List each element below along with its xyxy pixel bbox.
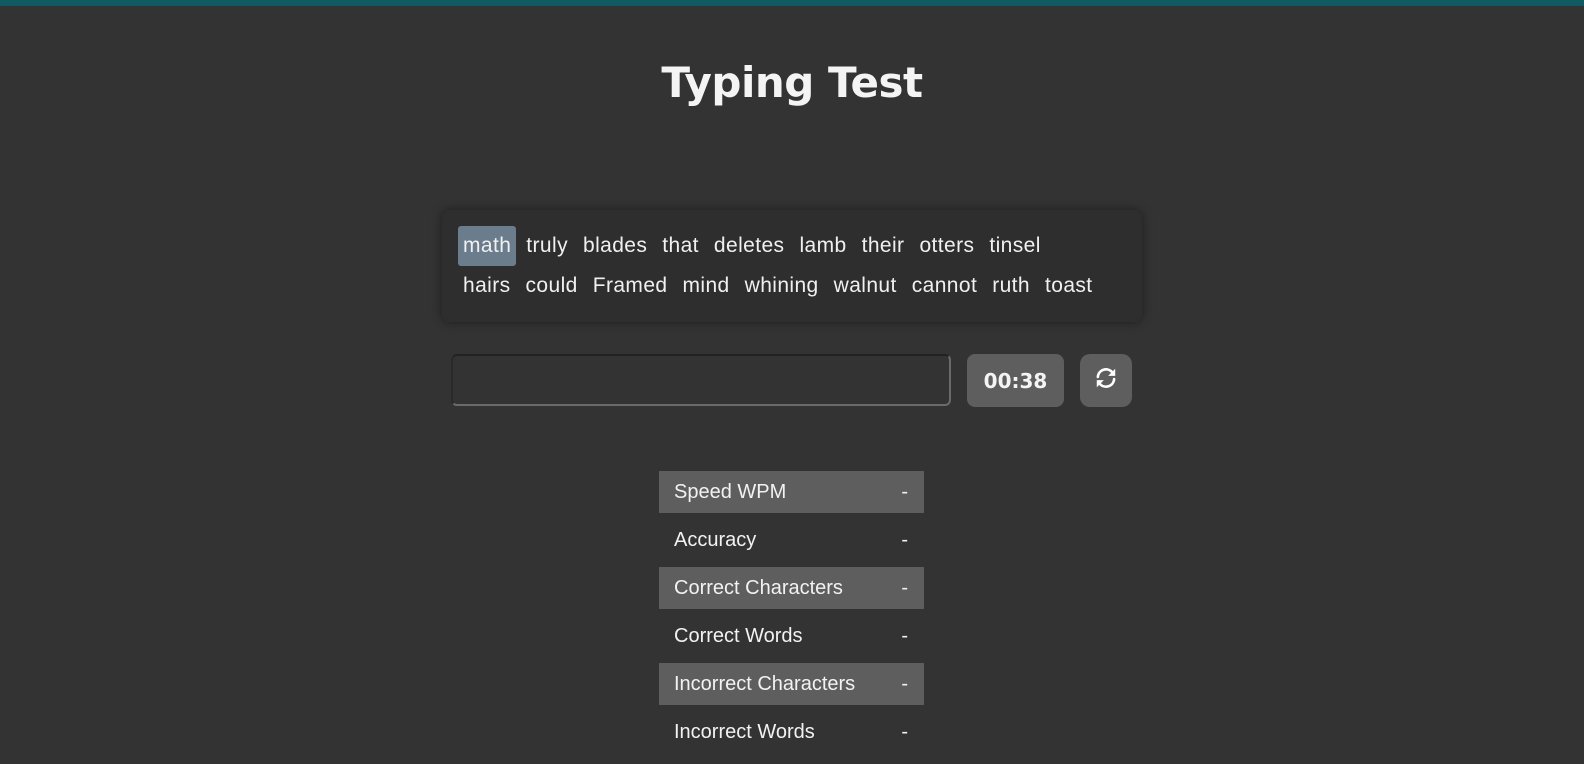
stat-label: Incorrect Characters [674,672,856,695]
stat-row-incorrect-words: Incorrect Words - [659,711,924,753]
stat-label: Incorrect Words [674,720,815,743]
stat-label: Accuracy [674,528,757,551]
words-line-1: math truly blades that deletes lamb thei… [458,226,1130,266]
words-display: math truly blades that deletes lamb thei… [442,210,1142,322]
stat-row-accuracy: Accuracy - [659,519,924,561]
word: truly [526,234,568,257]
stat-value: - [901,576,908,599]
word-current: math [458,226,517,266]
word: could [525,274,578,297]
stat-label: Correct Words [674,624,803,647]
stat-row-speed-wpm: Speed WPM - [659,471,924,513]
stat-label: Speed WPM [674,480,787,503]
stat-row-correct-characters: Correct Characters - [659,567,924,609]
word: lamb [799,234,847,257]
stat-value: - [901,480,908,503]
word: mind [682,274,730,297]
typing-input[interactable] [451,354,951,406]
word: hairs [463,274,511,297]
stat-value: - [901,528,908,551]
word: blades [582,234,648,257]
word: deletes [713,234,785,257]
word: that [662,234,699,257]
word: toast [1045,274,1093,297]
timer-display: 00:38 [967,354,1064,407]
stat-value: - [901,672,908,695]
stat-value: - [901,624,908,647]
page-title: Typing Test [661,58,923,107]
reset-button[interactable] [1080,354,1132,407]
word: cannot [911,274,978,297]
stat-label: Correct Characters [674,576,843,599]
word: tinsel [989,234,1041,257]
top-accent-bar [0,0,1584,6]
results-table: Speed WPM - Accuracy - Correct Character… [659,471,924,759]
word: Framed [592,274,668,297]
word: their [861,234,905,257]
stat-row-correct-words: Correct Words - [659,615,924,657]
word: whining [744,274,819,297]
words-line-2: hairs could Framed mind whining walnut c… [458,266,1130,306]
word: walnut [833,274,897,297]
stat-row-incorrect-characters: Incorrect Characters - [659,663,924,705]
refresh-icon [1093,365,1119,396]
stat-value: - [901,720,908,743]
word: otters [919,234,975,257]
word: ruth [992,274,1030,297]
